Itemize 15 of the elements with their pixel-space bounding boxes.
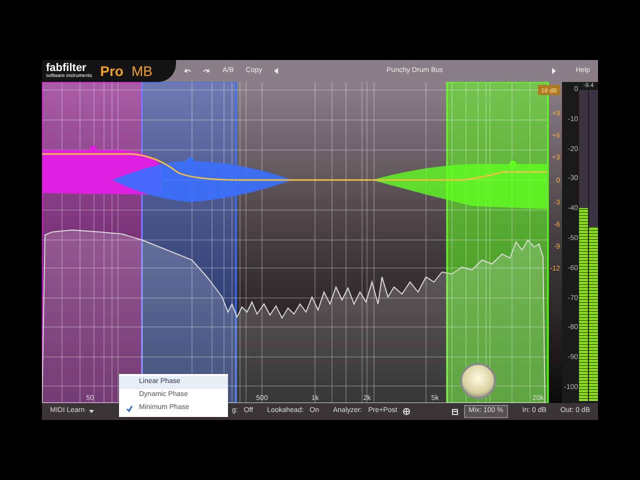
next-preset-icon[interactable] xyxy=(552,68,556,74)
brand-name: fabfilter xyxy=(46,63,86,74)
band-handle[interactable] xyxy=(90,146,96,152)
panel-icon[interactable] xyxy=(452,408,458,414)
caret-icon xyxy=(88,410,94,413)
undo-icon[interactable] xyxy=(184,68,192,74)
checkmark-icon xyxy=(126,405,132,412)
band-handle[interactable] xyxy=(186,158,194,164)
analyzer-icon[interactable] xyxy=(403,408,410,415)
product-suffix: MB xyxy=(131,62,152,80)
redo-icon[interactable] xyxy=(203,68,210,74)
band-handle[interactable] xyxy=(510,160,516,168)
product-name: Pro xyxy=(100,62,124,80)
previous-preset-icon[interactable] xyxy=(274,68,278,74)
range-badge-background xyxy=(538,85,560,95)
